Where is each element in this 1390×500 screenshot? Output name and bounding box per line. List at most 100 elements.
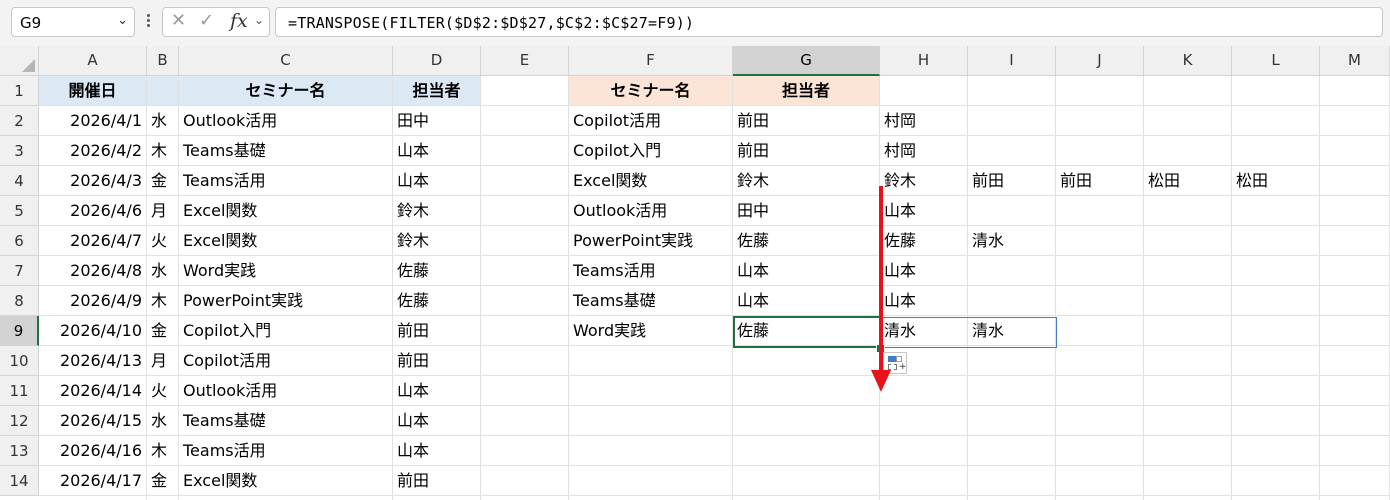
row-header[interactable]: 11 (0, 376, 39, 406)
row-header[interactable]: 10 (0, 346, 39, 376)
row-header[interactable]: 1 (0, 76, 39, 106)
date-cell[interactable]: 2026/4/13 (39, 346, 146, 375)
weekday-cell[interactable]: 金 (147, 316, 178, 345)
function-icon[interactable]: fx (230, 10, 248, 32)
weekday-cell[interactable]: 月 (147, 196, 178, 225)
row-header[interactable]: 8 (0, 286, 39, 316)
more-options-icon[interactable] (147, 12, 151, 32)
weekday-cell[interactable]: 金 (147, 466, 178, 495)
seminar-cell[interactable]: Word実践 (569, 316, 732, 345)
row-header[interactable]: 9 (0, 316, 39, 346)
weekday-cell[interactable]: 水 (147, 406, 178, 435)
seminar-cell[interactable]: Teams活用 (569, 256, 732, 285)
person-cell[interactable]: 山本 (393, 376, 480, 405)
chevron-down-icon[interactable]: ⌄ (117, 13, 128, 28)
column-header[interactable]: A (39, 46, 147, 76)
seminar-cell[interactable]: Copilot活用 (179, 346, 392, 375)
seminar-cell[interactable]: Teams活用 (179, 436, 392, 465)
seminar-cell[interactable]: Teams基礎 (179, 136, 392, 165)
row-header[interactable]: 7 (0, 256, 39, 286)
column-header[interactable]: J (1056, 46, 1144, 76)
column-header[interactable]: B (147, 46, 179, 76)
person-cell[interactable]: 山本 (733, 286, 879, 315)
person-cell[interactable]: 鈴木 (733, 166, 879, 195)
table1-header-person[interactable]: 担当者 (393, 76, 480, 105)
chevron-down-icon[interactable]: ⌄ (254, 13, 264, 27)
formula-input[interactable]: =TRANSPOSE(FILTER($D$2:$D$27,$C$2:$C$27=… (275, 7, 1383, 37)
person-cell[interactable]: 山本 (393, 436, 480, 465)
weekday-cell[interactable]: 木 (147, 436, 178, 465)
column-header[interactable]: G (733, 46, 880, 76)
spill-cell[interactable]: 清水 (968, 226, 1055, 255)
seminar-cell[interactable]: Copilot入門 (179, 316, 392, 345)
date-cell[interactable]: 2026/4/15 (39, 406, 146, 435)
weekday-cell[interactable]: 火 (147, 376, 178, 405)
person-cell[interactable]: 山本 (393, 136, 480, 165)
date-cell[interactable]: 2026/4/10 (39, 316, 146, 345)
column-header[interactable]: E (481, 46, 569, 76)
seminar-cell[interactable]: Outlook活用 (179, 106, 392, 135)
weekday-cell[interactable]: 火 (147, 226, 178, 255)
table2-header-seminar[interactable]: セミナー名 (569, 76, 732, 105)
seminar-cell[interactable]: Excel関数 (179, 196, 392, 225)
date-cell[interactable]: 2026/4/6 (39, 196, 146, 225)
column-header[interactable]: I (968, 46, 1056, 76)
table1-header-seminar[interactable]: セミナー名 (179, 76, 392, 105)
spreadsheet-grid[interactable]: ABCDEFGHIJKLM 1 2 3 4 5 6 7 8 9 10 11 12 13 14 開催日 セミナ… (0, 46, 1390, 500)
person-cell[interactable]: 山本 (393, 406, 480, 435)
select-all-corner[interactable] (0, 46, 39, 76)
seminar-cell[interactable]: Copilot活用 (569, 106, 732, 135)
seminar-cell[interactable]: Teams活用 (179, 166, 392, 195)
spill-cell[interactable]: 前田 (1056, 166, 1143, 195)
column-header[interactable]: K (1144, 46, 1232, 76)
seminar-cell[interactable]: Copilot入門 (569, 136, 732, 165)
date-cell[interactable]: 2026/4/14 (39, 376, 146, 405)
column-header[interactable]: D (393, 46, 481, 76)
spill-cell[interactable]: 村岡 (880, 106, 967, 135)
spill-cell[interactable]: 村岡 (880, 136, 967, 165)
date-cell[interactable]: 2026/4/17 (39, 466, 146, 495)
name-box[interactable]: G9 ⌄ (11, 7, 135, 37)
date-cell[interactable]: 2026/4/8 (39, 256, 146, 285)
seminar-cell[interactable]: Outlook活用 (179, 376, 392, 405)
column-header[interactable]: C (179, 46, 393, 76)
column-header[interactable]: F (569, 46, 733, 76)
date-cell[interactable]: 2026/4/16 (39, 436, 146, 465)
person-cell[interactable]: 鈴木 (393, 196, 480, 225)
person-cell[interactable]: 田中 (393, 106, 480, 135)
person-cell[interactable]: 山本 (393, 166, 480, 195)
row-header[interactable]: 6 (0, 226, 39, 256)
row-header[interactable]: 2 (0, 106, 39, 136)
person-cell[interactable]: 佐藤 (733, 226, 879, 255)
seminar-cell[interactable]: Teams基礎 (179, 406, 392, 435)
person-cell[interactable]: 前田 (733, 106, 879, 135)
seminar-cell[interactable]: PowerPoint実践 (569, 226, 732, 255)
person-cell[interactable]: 田中 (733, 196, 879, 225)
column-header[interactable]: M (1320, 46, 1390, 76)
person-cell[interactable]: 佐藤 (393, 256, 480, 285)
row-header[interactable]: 14 (0, 466, 39, 496)
seminar-cell[interactable]: Excel関数 (179, 226, 392, 255)
row-header[interactable]: 3 (0, 136, 39, 166)
seminar-cell[interactable]: Excel関数 (569, 166, 732, 195)
person-cell[interactable]: 山本 (733, 256, 879, 285)
spill-cell[interactable]: 前田 (968, 166, 1055, 195)
weekday-cell[interactable]: 水 (147, 106, 178, 135)
close-icon[interactable]: ✕ (171, 10, 186, 31)
seminar-cell[interactable]: Outlook活用 (569, 196, 732, 225)
seminar-cell[interactable]: Excel関数 (179, 466, 392, 495)
person-cell[interactable]: 前田 (733, 136, 879, 165)
date-cell[interactable]: 2026/4/2 (39, 136, 146, 165)
weekday-cell[interactable]: 木 (147, 286, 178, 315)
date-cell[interactable]: 2026/4/3 (39, 166, 146, 195)
date-cell[interactable]: 2026/4/7 (39, 226, 146, 255)
person-cell[interactable]: 鈴木 (393, 226, 480, 255)
spill-cell[interactable]: 松田 (1144, 166, 1231, 195)
row-header[interactable]: 5 (0, 196, 39, 226)
checkmark-icon[interactable]: ✓ (199, 10, 214, 31)
row-header[interactable]: 13 (0, 436, 39, 466)
weekday-cell[interactable]: 金 (147, 166, 178, 195)
weekday-cell[interactable]: 水 (147, 256, 178, 285)
person-cell[interactable]: 前田 (393, 316, 480, 345)
table2-header-person[interactable]: 担当者 (733, 76, 879, 105)
